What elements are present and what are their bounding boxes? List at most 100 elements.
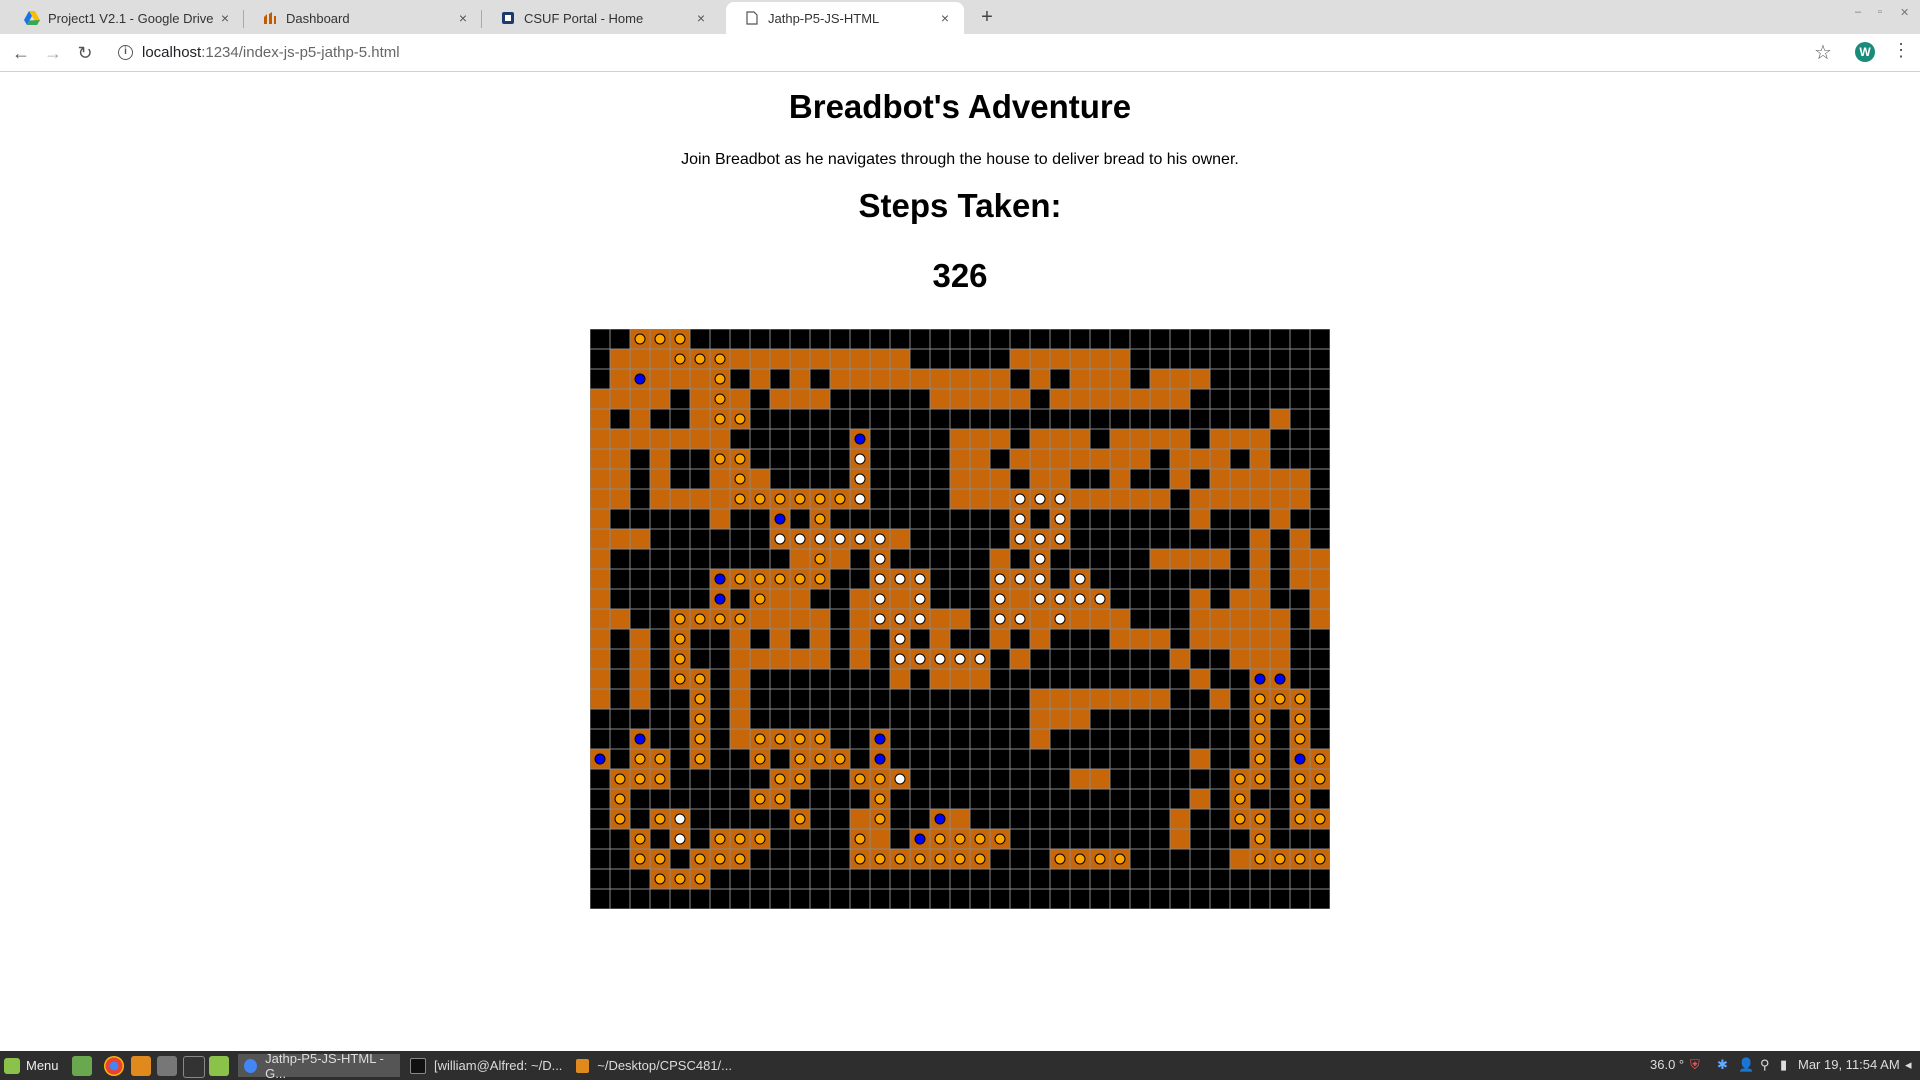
visited-marker (654, 853, 666, 865)
maze-floor-cell (1029, 608, 1051, 630)
explored-marker (894, 573, 906, 585)
maze-wall-cell (809, 468, 831, 490)
maze-floor-cell (1169, 828, 1191, 850)
info-icon[interactable]: i (118, 45, 133, 60)
maze-wall-cell (829, 808, 851, 830)
task-sublime-window[interactable]: ~/Desktop/CPSC481/... (570, 1054, 732, 1077)
reload-icon[interactable]: ↻ (73, 41, 97, 65)
maze-wall-cell (789, 668, 811, 690)
back-arrow-icon[interactable]: ← (9, 41, 33, 65)
user-icon[interactable]: 👤 (1738, 1057, 1754, 1073)
maze-wall-cell (1049, 788, 1071, 810)
maze-wall-cell (689, 528, 711, 550)
maze-wall-cell (669, 588, 691, 610)
breadbot-marker (594, 753, 606, 765)
maze-floor-cell (1289, 488, 1311, 510)
visited-marker (834, 753, 846, 765)
tab-csuf-portal[interactable]: CSUF Portal - Home × (482, 2, 720, 34)
visited-marker (774, 793, 786, 805)
maze-wall-cell (769, 668, 791, 690)
close-icon[interactable]: × (216, 10, 234, 26)
maze-wall-cell (1109, 768, 1131, 790)
close-window-icon[interactable]: ✕ (1900, 6, 1909, 19)
maze-wall-cell (1129, 508, 1151, 530)
files-icon[interactable] (209, 1056, 229, 1076)
maze-wall-cell (889, 448, 911, 470)
start-menu-button[interactable]: Menu (4, 1055, 59, 1076)
maze-wall-cell (749, 329, 771, 350)
maze-floor-cell (649, 428, 671, 450)
new-tab-button[interactable]: + (976, 6, 998, 28)
maze-wall-cell (829, 628, 851, 650)
restore-icon[interactable]: ▫ (1878, 6, 1882, 18)
maze-wall-cell (649, 668, 671, 690)
maze-floor-cell (869, 348, 891, 370)
maze-wall-cell (609, 668, 631, 690)
terminal-icon[interactable] (183, 1056, 205, 1078)
close-icon[interactable]: × (692, 10, 710, 26)
maze-wall-cell (729, 368, 751, 390)
maze-floor-cell (729, 728, 751, 750)
maze-wall-cell (1069, 788, 1091, 810)
close-icon[interactable]: × (454, 10, 472, 26)
maze-wall-cell (809, 329, 831, 350)
maze-floor-cell (609, 388, 631, 410)
task-terminal-window[interactable]: [william@Alfred: ~/D... (404, 1054, 566, 1077)
forward-arrow-icon[interactable]: → (41, 41, 65, 65)
minimize-icon[interactable]: – (1855, 6, 1861, 18)
visited-marker (994, 833, 1006, 845)
maze-wall-cell (1189, 868, 1211, 890)
maze-wall-cell (809, 828, 831, 850)
maze-wall-cell (829, 708, 851, 730)
battery-icon[interactable]: ▮ (1780, 1057, 1787, 1073)
bluetooth-icon[interactable]: ✱ (1717, 1057, 1728, 1073)
maze-wall-cell (1189, 568, 1211, 590)
maze-wall-cell (1169, 588, 1191, 610)
visited-marker (1294, 793, 1306, 805)
maze-floor-cell (1189, 628, 1211, 650)
task-chrome-window[interactable]: Jathp-P5-JS-HTML - G... (238, 1051, 400, 1080)
maze-wall-cell (909, 628, 931, 650)
volume-icon[interactable]: ◂ (1905, 1057, 1912, 1073)
settings-icon[interactable] (157, 1056, 177, 1076)
maze-wall-cell (1149, 348, 1171, 370)
maze-wall-cell (1129, 768, 1151, 790)
network-icon[interactable]: ⚲ (1760, 1057, 1770, 1073)
maze-wall-cell (1269, 568, 1291, 590)
profile-avatar[interactable]: W (1855, 42, 1875, 62)
maze-wall-cell (1109, 888, 1131, 909)
bookmark-star-icon[interactable]: ☆ (1814, 40, 1832, 65)
maze-wall-cell (1229, 388, 1251, 410)
maze-wall-cell (1309, 448, 1330, 470)
maze-wall-cell (1169, 628, 1191, 650)
tab-jathp-p5[interactable]: Jathp-P5-JS-HTML × (726, 2, 964, 34)
maze-wall-cell (869, 329, 891, 350)
maze-wall-cell (749, 548, 771, 570)
maze-wall-cell (1109, 528, 1131, 550)
visited-marker (1254, 853, 1266, 865)
maze-wall-cell (909, 468, 931, 490)
tab-dashboard[interactable]: Dashboard × (244, 2, 482, 34)
menu-kebab-icon[interactable]: ⋮ (1892, 40, 1910, 61)
maze-wall-cell (949, 628, 971, 650)
chrome-icon[interactable] (104, 1056, 124, 1076)
sublime-icon[interactable] (131, 1056, 151, 1076)
maze-floor-cell (969, 428, 991, 450)
maze-floor-cell (1049, 688, 1071, 710)
maze-wall-cell (1149, 888, 1171, 909)
maze-wall-cell (1089, 329, 1111, 350)
maze-wall-cell (1209, 848, 1231, 870)
show-desktop-icon[interactable] (72, 1056, 92, 1076)
address-bar[interactable]: localhost:1234/index-js-p5-jathp-5.html (142, 44, 400, 61)
tab-google-drive[interactable]: Project1 V2.1 - Google Drive × (6, 2, 244, 34)
maze-wall-cell (629, 588, 651, 610)
close-icon[interactable]: × (936, 10, 954, 26)
maze-wall-cell (929, 329, 951, 350)
visited-marker (974, 853, 986, 865)
maze-wall-cell (889, 868, 911, 890)
maze-floor-cell (1069, 368, 1091, 390)
maze-wall-cell (1009, 888, 1031, 909)
maze-wall-cell (829, 728, 851, 750)
steps-counter: 326 (932, 257, 988, 294)
shield-icon[interactable]: ⛨ (1690, 1057, 1700, 1073)
